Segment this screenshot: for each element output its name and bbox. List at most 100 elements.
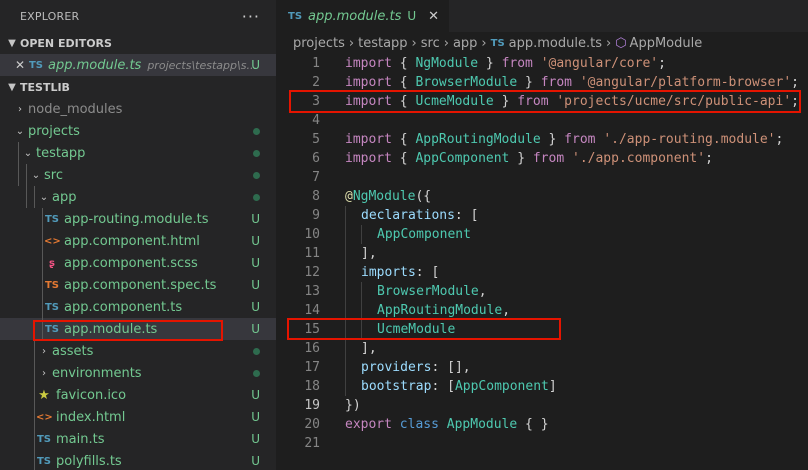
more-actions-icon[interactable]: ···	[242, 7, 260, 26]
highlight-box-import-line	[289, 90, 801, 113]
code-line[interactable]: 7	[276, 168, 808, 187]
untracked-badge: U	[251, 58, 260, 72]
tree-item-index-html[interactable]: <> index.html U	[0, 406, 276, 428]
tree-item-node-modules[interactable]: › node_modules	[0, 98, 276, 120]
tree-item-app-component-scss[interactable]: ʂ app.component.scss U	[0, 252, 276, 274]
breadcrumb-item[interactable]: app	[453, 36, 477, 51]
tree-item-label: index.html	[56, 409, 126, 425]
editor-area: TS app.module.ts U ✕ projects › testapp …	[276, 0, 808, 470]
workspace-section[interactable]: ▼ TESTLIB	[0, 76, 276, 98]
open-editors-section[interactable]: ▼ OPEN EDITORS	[0, 32, 276, 54]
indent-guide	[34, 186, 35, 208]
indent-guide	[361, 282, 362, 301]
code-editor[interactable]: 1 import { NgModule } from '@angular/core…	[276, 54, 808, 453]
tab-app-module[interactable]: TS app.module.ts U ✕	[276, 0, 450, 32]
chevron-down-icon[interactable]: ▼	[4, 82, 20, 93]
untracked-badge: U	[251, 410, 260, 424]
breadcrumb-item[interactable]: projects	[293, 36, 345, 51]
line-number: 9	[312, 208, 320, 223]
breadcrumb-item[interactable]: src	[421, 36, 440, 51]
indent-guide	[345, 358, 346, 377]
code-line[interactable]: 13 BrowserModule,	[276, 282, 808, 301]
close-icon[interactable]: ✕	[12, 58, 28, 72]
close-icon[interactable]: ✕	[428, 9, 439, 24]
code-line[interactable]: 4	[276, 111, 808, 130]
workspace-label: TESTLIB	[20, 80, 70, 94]
line-number: 12	[304, 265, 320, 280]
line-number: 11	[304, 246, 320, 261]
code-text: AppComponent	[377, 227, 471, 242]
modified-dot	[253, 171, 260, 179]
code-line[interactable]: 16],	[276, 339, 808, 358]
code-text: providers: [],	[361, 360, 471, 375]
indent-guide	[42, 208, 43, 230]
code-line[interactable]: 19})	[276, 396, 808, 415]
code-line[interactable]: 5 import { AppRoutingModule } from './app…	[276, 130, 808, 149]
code-line[interactable]: 1 import { NgModule } from '@angular/core…	[276, 54, 808, 73]
line-number: 8	[312, 189, 320, 204]
indent-guide	[34, 428, 35, 450]
indent-guide	[42, 252, 43, 274]
code-text: ],	[361, 341, 377, 356]
tree-item-label: src	[44, 167, 63, 183]
line-number: 4	[312, 113, 320, 128]
code-text: BrowserModule,	[377, 284, 487, 299]
untracked-badge: U	[251, 322, 260, 336]
tree-item-assets[interactable]: › assets	[0, 340, 276, 362]
tree-item-environments[interactable]: › environments	[0, 362, 276, 384]
tree-item-polyfills-ts[interactable]: TS polyfills.ts U	[0, 450, 276, 470]
html-file-icon: <>	[36, 411, 53, 423]
code-line[interactable]: 21	[276, 434, 808, 453]
indent-guide	[345, 206, 346, 225]
breadcrumb-item[interactable]: app.module.ts	[509, 36, 602, 51]
open-editor-item-app-module[interactable]: ✕ TS app.module.ts projects\testapp\s...…	[0, 54, 276, 76]
code-line[interactable]: 11],	[276, 244, 808, 263]
untracked-badge: U	[251, 278, 260, 292]
explorer-header: EXPLORER ···	[0, 0, 276, 32]
html-file-icon: <>	[44, 235, 61, 247]
tree-item-favicon[interactable]: ★ favicon.ico U	[0, 384, 276, 406]
tree-item-projects[interactable]: ⌄ projects	[0, 120, 276, 142]
code-line[interactable]: 10 AppComponent	[276, 225, 808, 244]
indent-guide	[34, 362, 35, 384]
breadcrumb-item[interactable]: testapp	[358, 36, 407, 51]
indent-guide	[34, 450, 35, 470]
tree-item-app-component-ts[interactable]: TS app.component.ts U	[0, 296, 276, 318]
code-line[interactable]: 8 @NgModule({	[276, 187, 808, 206]
untracked-badge: U	[251, 432, 260, 446]
code-line[interactable]: 6 import { AppComponent } from './app.com…	[276, 149, 808, 168]
chevron-down-icon: ⌄	[23, 147, 33, 159]
breadcrumb-item[interactable]: AppModule	[630, 36, 703, 51]
code-text: export class AppModule { }	[345, 417, 549, 432]
line-number: 17	[304, 360, 320, 375]
tree-item-app-component-html[interactable]: <> app.component.html U	[0, 230, 276, 252]
tree-item-testapp[interactable]: ⌄ testapp	[0, 142, 276, 164]
chevron-down-icon[interactable]: ▼	[4, 38, 20, 49]
chevron-down-icon: ⌄	[39, 191, 49, 203]
indent-guide	[26, 186, 27, 208]
tree-item-main-ts[interactable]: TS main.ts U	[0, 428, 276, 450]
chevron-down-icon: ⌄	[31, 169, 41, 181]
chevron-right-icon: ›	[605, 35, 612, 51]
code-line[interactable]: 20 export class AppModule { }	[276, 415, 808, 434]
line-number: 20	[304, 417, 320, 432]
tree-item-app[interactable]: ⌄ app	[0, 186, 276, 208]
indent-guide	[18, 164, 19, 186]
indent-guide	[345, 377, 346, 396]
open-editor-filename: app.module.ts	[48, 57, 142, 73]
class-symbol-icon: ⬡	[615, 35, 627, 51]
tree-item-label: assets	[52, 343, 94, 359]
tree-item-label: app.component.scss	[64, 255, 198, 271]
code-line[interactable]: 9 declarations: [	[276, 206, 808, 225]
line-number: 18	[304, 379, 320, 394]
tree-item-app-component-spec[interactable]: TS app.component.spec.ts U	[0, 274, 276, 296]
code-line[interactable]: 12 imports: [	[276, 263, 808, 282]
tree-item-app-routing-module[interactable]: TS app-routing.module.ts U	[0, 208, 276, 230]
chevron-down-icon: ⌄	[15, 125, 25, 137]
line-number: 21	[304, 436, 320, 451]
tree-item-src[interactable]: ⌄ src	[0, 164, 276, 186]
untracked-badge: U	[251, 256, 260, 270]
code-line[interactable]: 18 bootstrap: [AppComponent]	[276, 377, 808, 396]
typescript-file-icon: TS	[28, 59, 44, 71]
code-line[interactable]: 17 providers: [],	[276, 358, 808, 377]
